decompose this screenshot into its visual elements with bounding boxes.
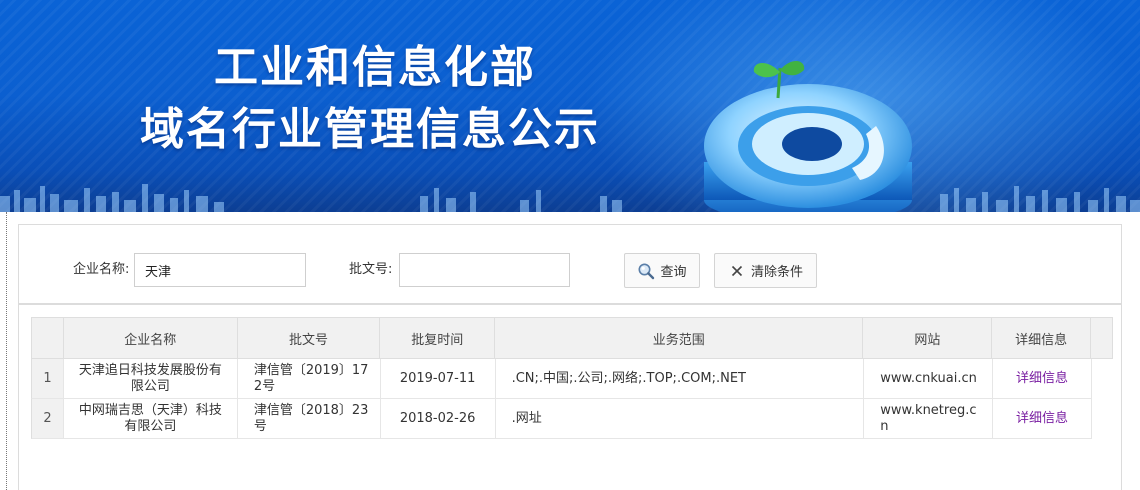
row-index: 2 (32, 399, 64, 438)
search-icon (637, 262, 655, 280)
clear-conditions-button[interactable]: 清除条件 (714, 253, 817, 288)
search-panel: 企业名称: 批文号: 查询 清除条件 (18, 224, 1122, 304)
company-name-label: 企业名称: (73, 262, 130, 277)
header-company[interactable]: 企业名称 (64, 318, 238, 358)
header-approval-no[interactable]: 批文号 (238, 318, 381, 358)
approval-number-input[interactable] (399, 253, 570, 287)
header-website[interactable]: 网站 (863, 318, 993, 358)
row-approval-date: 2019-07-11 (381, 359, 496, 398)
results-panel: 企业名称 批文号 批复时间 业务范围 网站 详细信息 1 天津追日科技发展股份有… (18, 304, 1122, 490)
row-approval-no: 津信管〔2018〕23号 (238, 399, 381, 438)
row-detail-link[interactable]: 详细信息 (993, 399, 1092, 438)
close-icon (728, 262, 746, 280)
results-table: 企业名称 批文号 批复时间 业务范围 网站 详细信息 1 天津追日科技发展股份有… (31, 317, 1113, 439)
frame-edge (6, 212, 7, 490)
row-scope: .CN;.中国;.公司;.网络;.TOP;.COM;.NET (496, 359, 865, 398)
banner: 工业和信息化部 域名行业管理信息公示 (0, 0, 1140, 212)
detail-link-text[interactable]: 详细信息 (1016, 371, 1068, 387)
row-website: www.cnkuai.cn (864, 359, 994, 398)
detail-link-text[interactable]: 详细信息 (1016, 411, 1068, 427)
table-row[interactable]: 2 中网瑞吉思（天津）科技有限公司 津信管〔2018〕23号 2018-02-2… (31, 399, 1092, 439)
table-row[interactable]: 1 天津追日科技发展股份有限公司 津信管〔2019〕172号 2019-07-1… (31, 359, 1092, 399)
table-header: 企业名称 批文号 批复时间 业务范围 网站 详细信息 (31, 317, 1113, 359)
banner-title-line2: 域名行业管理信息公示 (140, 104, 600, 155)
company-name-input[interactable] (134, 253, 306, 287)
row-detail-link[interactable]: 详细信息 (993, 359, 1092, 398)
query-button[interactable]: 查询 (624, 253, 700, 288)
row-index: 1 (32, 359, 64, 398)
header-approval-date[interactable]: 批复时间 (380, 318, 496, 358)
row-approval-no: 津信管〔2019〕172号 (238, 359, 381, 398)
row-company: 中网瑞吉思（天津）科技有限公司 (64, 399, 238, 438)
row-company: 天津追日科技发展股份有限公司 (64, 359, 238, 398)
clear-conditions-label: 清除条件 (750, 265, 803, 280)
row-approval-date: 2018-02-26 (381, 399, 496, 438)
row-scope: .网址 (496, 399, 865, 438)
approval-number-label: 批文号: (349, 262, 393, 277)
header-detail[interactable]: 详细信息 (992, 318, 1092, 358)
banner-skyline (0, 184, 1140, 212)
row-website: www.knetreg.cn (864, 399, 994, 438)
query-button-label: 查询 (660, 265, 687, 280)
banner-title-line1: 工业和信息化部 (214, 42, 536, 93)
header-scope[interactable]: 业务范围 (495, 318, 864, 358)
header-scroll-gutter (1091, 318, 1112, 358)
header-index (32, 318, 64, 358)
